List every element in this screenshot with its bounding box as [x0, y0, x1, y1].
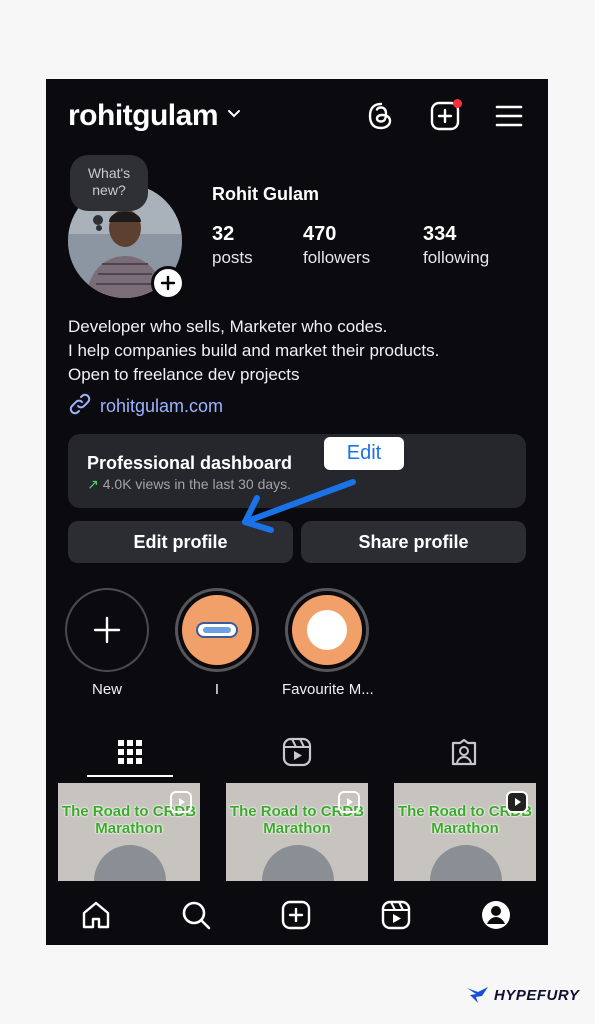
plus-icon [93, 616, 121, 644]
highlight-ring [175, 588, 259, 672]
profile-link[interactable]: rohitgulam.com [68, 392, 223, 421]
bubble-tail-small [96, 225, 102, 231]
profile-bio: Developer who sells, Marketer who codes.… [68, 315, 439, 387]
post-image [430, 845, 502, 881]
link-icon [68, 392, 92, 421]
highlight-label: New [91, 681, 122, 698]
notes-bubble[interactable]: What's new? [70, 155, 148, 211]
active-tab-indicator [87, 775, 173, 777]
stat-following-count: 334 [423, 223, 457, 245]
stat-followers-label: followers [303, 248, 371, 267]
header-actions [364, 99, 526, 133]
stat-followers-count: 470 [303, 223, 337, 245]
highlight-ring [285, 588, 369, 672]
post-image [262, 845, 334, 881]
reels-nav-icon[interactable] [380, 899, 412, 931]
profile-stats: 32 posts 470 followers 334 following [212, 222, 514, 270]
post-thumbnail[interactable]: The Road to CRDB Marathon [394, 783, 536, 881]
tab-tagged[interactable] [421, 727, 507, 777]
vr-headset-icon [196, 622, 238, 638]
stat-posts[interactable]: 32 posts [212, 222, 303, 270]
hypefury-watermark: HYPEFURY [466, 986, 579, 1004]
stat-posts-label: posts [212, 248, 253, 267]
chevron-down-icon [226, 106, 242, 127]
stat-followers[interactable]: 470 followers [303, 222, 423, 270]
highlight-label: I [214, 681, 220, 698]
notification-dot [453, 99, 462, 108]
instagram-profile-screen: rohitgulam What's new? Rohit Gulam 32 po… [46, 79, 548, 945]
highlight-label: Favourite M... [282, 681, 374, 698]
highlight-thumbnail [307, 610, 347, 650]
threads-icon[interactable] [364, 99, 398, 133]
bubble-tail [93, 215, 103, 225]
highlight-new[interactable]: New [62, 588, 152, 698]
create-icon[interactable] [280, 899, 312, 931]
link-text: rohitgulam.com [100, 396, 224, 416]
full-name: Rohit Gulam [212, 184, 319, 204]
tab-grid[interactable] [87, 727, 173, 777]
edit-annotation-label: Edit [324, 437, 404, 470]
stat-following-label: following [423, 248, 490, 267]
tab-reels[interactable] [254, 727, 340, 777]
posts-grid: The Road to CRDB Marathon The Road to CR… [46, 783, 548, 881]
highlight-item[interactable]: I [172, 588, 262, 698]
post-image [94, 845, 166, 881]
highlight-cover [182, 595, 252, 665]
profile-tabs [46, 727, 548, 779]
profile-nav-icon[interactable] [480, 899, 512, 931]
username: rohitgulam [68, 99, 219, 132]
reels-icon [282, 737, 312, 767]
post-thumbnail[interactable]: The Road to CRDB Marathon [226, 783, 368, 881]
account-switcher[interactable]: rohitgulam [68, 99, 242, 133]
home-icon[interactable] [80, 899, 112, 931]
highlight-cover [292, 595, 362, 665]
bio-line: Open to freelance dev projects [68, 365, 300, 384]
search-icon[interactable] [180, 899, 212, 931]
tagged-icon [451, 738, 477, 766]
reel-icon [170, 791, 192, 813]
bio-line: Developer who sells, Marketer who codes. [68, 317, 388, 336]
post-thumbnail[interactable]: The Road to CRDB Marathon [58, 783, 200, 881]
menu-icon[interactable] [492, 99, 526, 133]
bio-line: I help companies build and market their … [68, 341, 440, 360]
brand-text: HYPEFURY [494, 986, 580, 1004]
create-post-icon[interactable] [428, 99, 462, 133]
dashboard-title: Professional dashboard [87, 453, 293, 473]
stat-following[interactable]: 334 following [423, 222, 514, 270]
annotation-arrow-icon [242, 479, 356, 533]
trend-up-icon: ↗ [87, 476, 99, 492]
reel-icon [506, 791, 528, 813]
hypefury-logo-icon [467, 987, 488, 1003]
grid-icon [118, 740, 142, 764]
highlight-item[interactable]: Favourite M... [282, 588, 374, 698]
bottom-navigation [46, 881, 548, 945]
highlight-ring [65, 588, 149, 672]
stat-posts-count: 32 [212, 223, 235, 245]
add-story-button[interactable] [151, 266, 185, 300]
reel-icon [338, 791, 360, 813]
